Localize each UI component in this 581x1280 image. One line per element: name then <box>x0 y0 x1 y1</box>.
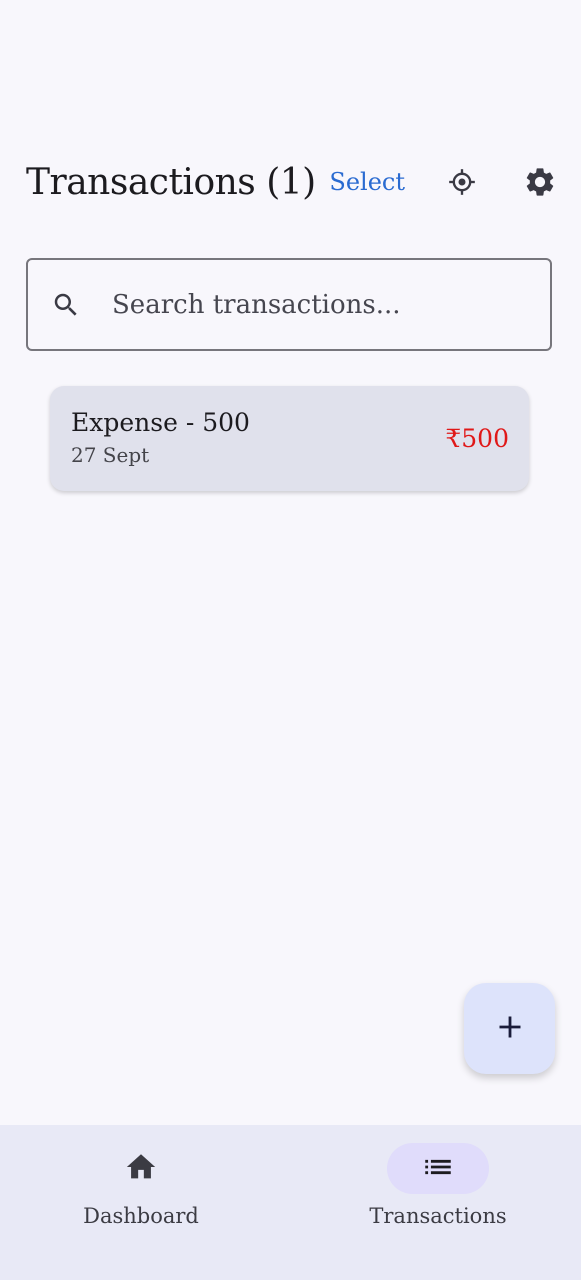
transactions-screen: Transactions (1) Select Search transacti… <box>0 0 581 1280</box>
search-icon <box>50 289 82 321</box>
transaction-title: Expense - 500 <box>71 408 250 437</box>
add-transaction-button[interactable] <box>464 983 555 1074</box>
transaction-card[interactable]: Expense - 500 27 Sept ₹500 <box>50 386 529 491</box>
nav-pill-transactions <box>387 1143 489 1194</box>
search-input[interactable] <box>110 288 514 321</box>
plus-icon <box>496 1013 524 1045</box>
transaction-date: 27 Sept <box>71 443 150 467</box>
target-icon[interactable] <box>443 163 481 201</box>
transaction-amount: ₹500 <box>445 424 509 453</box>
app-header: Transactions (1) Select <box>26 152 559 212</box>
gear-icon[interactable] <box>521 163 559 201</box>
header-actions: Select <box>329 163 559 201</box>
search-bar[interactable] <box>26 258 552 351</box>
nav-item-transactions[interactable]: Transactions <box>338 1143 538 1228</box>
bottom-navigation: Dashboard Transactions <box>0 1125 581 1280</box>
list-icon <box>421 1150 455 1188</box>
page-title: Transactions (1) <box>26 161 316 203</box>
select-button[interactable]: Select <box>329 168 405 196</box>
home-icon <box>124 1150 158 1188</box>
nav-pill-dashboard <box>90 1143 192 1194</box>
nav-label-transactions: Transactions <box>369 1204 507 1228</box>
nav-item-dashboard[interactable]: Dashboard <box>41 1143 241 1228</box>
nav-label-dashboard: Dashboard <box>83 1204 199 1228</box>
